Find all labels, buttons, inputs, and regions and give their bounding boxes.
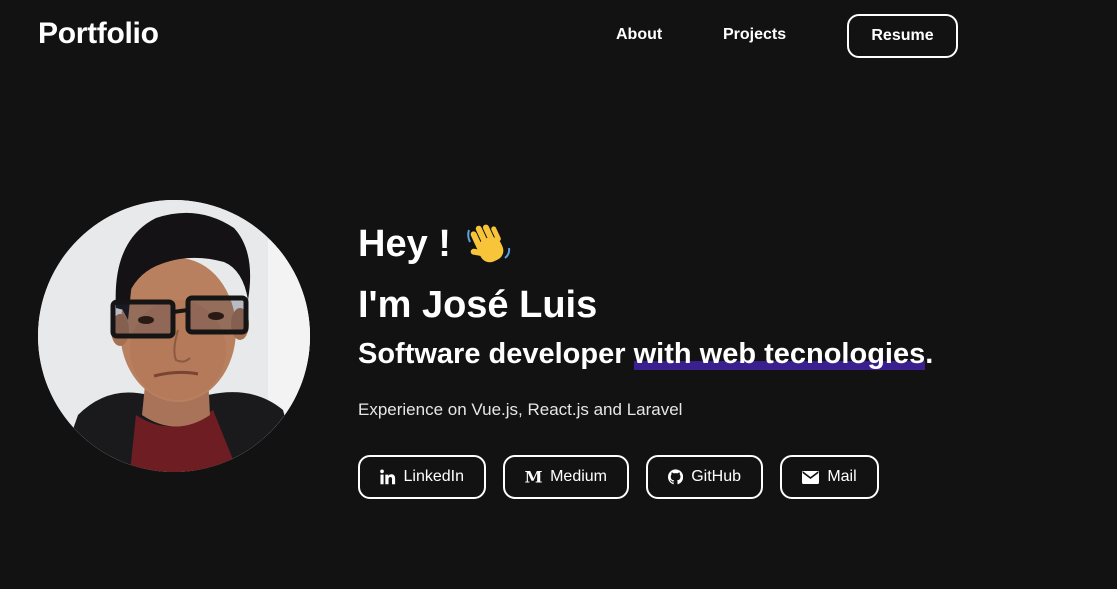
resume-button[interactable]: Resume xyxy=(847,14,958,58)
github-label: GitHub xyxy=(691,468,741,485)
greeting-text: Hey ! xyxy=(358,222,451,265)
github-icon xyxy=(668,469,684,485)
page: Portfolio About Projects Resume Hey ! I'… xyxy=(0,0,1117,589)
mail-icon xyxy=(802,470,820,484)
brand-logo[interactable]: Portfolio xyxy=(38,17,159,51)
linkedin-icon xyxy=(380,469,396,485)
social-links: LinkedIn M Medium GitHub Mail xyxy=(358,455,879,499)
role-highlight: with web tecnologies xyxy=(633,338,926,370)
nav-link-about[interactable]: About xyxy=(616,26,662,44)
medium-button[interactable]: M Medium xyxy=(503,455,629,499)
medium-label: Medium xyxy=(550,468,607,485)
greeting-heading: Hey ! xyxy=(358,220,513,268)
github-button[interactable]: GitHub xyxy=(646,455,763,499)
linkedin-label: LinkedIn xyxy=(403,468,465,485)
role-heading: Software developer with web tecnologies. xyxy=(358,338,933,371)
profile-photo-image xyxy=(38,200,310,472)
linkedin-button[interactable]: LinkedIn xyxy=(358,455,486,499)
mail-button[interactable]: Mail xyxy=(780,455,879,499)
medium-icon: M xyxy=(525,469,542,485)
nav-link-projects[interactable]: Projects xyxy=(723,26,786,44)
role-period: . xyxy=(925,338,934,370)
name-heading: I'm José Luis xyxy=(358,284,598,326)
role-text: Software developer xyxy=(358,338,634,370)
experience-subtitle: Experience on Vue.js, React.js and Larav… xyxy=(358,400,683,419)
profile-photo xyxy=(38,200,310,472)
waving-hand-icon xyxy=(467,224,511,263)
mail-label: Mail xyxy=(827,468,857,485)
svg-text:M: M xyxy=(525,469,542,485)
